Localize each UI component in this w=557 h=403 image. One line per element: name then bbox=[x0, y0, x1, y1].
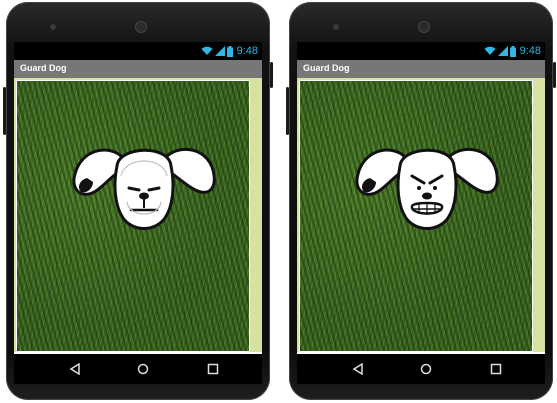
home-icon bbox=[420, 363, 432, 375]
phone-left: 9:48 Guard Dog bbox=[3, 2, 273, 400]
nav-bar bbox=[14, 354, 262, 384]
wifi-icon bbox=[201, 46, 213, 55]
signal-icon bbox=[497, 46, 508, 56]
home-button[interactable] bbox=[134, 360, 152, 378]
status-bar: 9:48 bbox=[14, 42, 262, 60]
grass-canvas[interactable] bbox=[299, 80, 533, 352]
status-time: 9:48 bbox=[519, 45, 541, 57]
sensor-dot bbox=[50, 24, 56, 30]
app-title: Guard Dog bbox=[303, 63, 350, 73]
app-title-bar: Guard Dog bbox=[14, 60, 262, 78]
home-icon bbox=[137, 363, 149, 375]
nav-bar bbox=[297, 354, 545, 384]
sensor-dot bbox=[333, 24, 339, 30]
home-button[interactable] bbox=[417, 360, 435, 378]
battery-icon bbox=[226, 45, 233, 57]
power-button[interactable] bbox=[553, 62, 556, 88]
signal-icon bbox=[214, 46, 225, 56]
front-camera bbox=[419, 22, 429, 32]
back-icon bbox=[69, 363, 80, 375]
recents-button[interactable] bbox=[204, 360, 222, 378]
app-screen bbox=[14, 78, 262, 354]
wifi-icon bbox=[484, 46, 496, 55]
back-button[interactable] bbox=[66, 360, 84, 378]
recents-icon bbox=[207, 363, 219, 375]
calm-dog-image[interactable] bbox=[69, 136, 219, 236]
status-time: 9:48 bbox=[236, 45, 258, 57]
angry-dog-image[interactable] bbox=[352, 136, 502, 236]
app-title-bar: Guard Dog bbox=[297, 60, 545, 78]
app-screen bbox=[297, 78, 545, 354]
grass-canvas[interactable] bbox=[16, 80, 250, 352]
volume-button[interactable] bbox=[3, 87, 6, 135]
back-button[interactable] bbox=[349, 360, 367, 378]
battery-icon bbox=[509, 45, 516, 57]
volume-button[interactable] bbox=[286, 87, 289, 135]
front-camera bbox=[136, 22, 146, 32]
status-bar: 9:48 bbox=[297, 42, 545, 60]
phone-right: 9:48 Guard Dog bbox=[286, 2, 556, 400]
recents-button[interactable] bbox=[487, 360, 505, 378]
app-title: Guard Dog bbox=[20, 63, 67, 73]
back-icon bbox=[352, 363, 363, 375]
recents-icon bbox=[490, 363, 502, 375]
power-button[interactable] bbox=[270, 62, 273, 88]
